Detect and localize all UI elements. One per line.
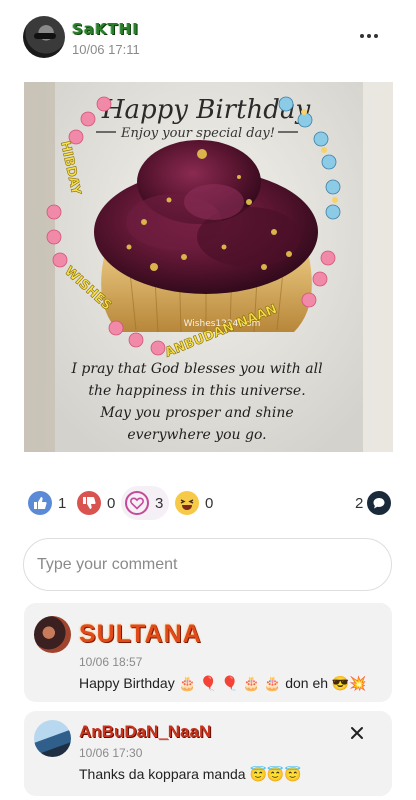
love-count: 3 [155,494,164,512]
comment-text: Thanks da koppara manda 😇😇😇 [79,766,302,782]
image-title: Happy Birthday [101,95,311,125]
commenter-avatar[interactable] [34,720,71,757]
like-count: 1 [58,494,67,512]
comment-item: AnBuDaN_NaaN 10/06 17:30 Thanks da koppa… [24,711,392,796]
dislike-reaction-button[interactable]: 0 [77,486,115,520]
comment-bubble-icon [367,491,392,515]
comment-timestamp: 10/06 17:30 [79,746,143,760]
sunglasses-decoration [34,33,56,39]
comment-count-button[interactable]: 2 [355,486,392,520]
comment-timestamp: 10/06 18:57 [79,655,143,669]
dislike-count: 0 [107,494,116,512]
image-subtitle: Enjoy your special day! [120,126,275,141]
commenter-avatar[interactable] [34,616,71,653]
laughing-face-icon [175,491,199,515]
thumbs-up-icon [28,491,52,515]
post-author-name[interactable]: SaKTHI [72,20,139,38]
comment-item: SULTANA 10/06 18:57 Happy Birthday 🎂 🎈 🎈… [24,603,392,702]
comment-input[interactable] [23,538,392,591]
image-message-line-3: May you prosper and shine [99,405,293,421]
heart-icon [125,491,149,515]
image-message-line-1: I pray that God blesses you with all [70,361,322,377]
commenter-name[interactable]: AnBuDaN_NaaN [79,722,211,742]
image-message-line-4: everywhere you go. [127,427,266,443]
image-message-line-2: the happiness in this universe. [88,383,305,399]
close-icon[interactable] [346,722,368,744]
post-header: SaKTHI 10/06 17:11 [0,0,416,76]
post-timestamp: 10/06 17:11 [72,42,140,57]
like-reaction-button[interactable]: 1 [28,486,66,520]
thumbs-down-icon [77,491,101,515]
commenter-name[interactable]: SULTANA [79,620,202,649]
author-avatar[interactable] [23,16,65,58]
reaction-bar: 1 0 3 0 [0,486,416,520]
more-options-icon[interactable] [355,24,383,48]
laugh-reaction-button[interactable]: 0 [175,486,213,520]
laugh-count: 0 [205,494,214,512]
post-image[interactable]: Happy Birthday Enjoy your special day! W… [24,82,393,452]
comment-text: Happy Birthday 🎂 🎈 🎈 🎂 🎂 don eh 😎💥 [79,675,367,691]
comment-count: 2 [355,494,364,512]
love-reaction-button[interactable]: 3 [121,486,170,520]
